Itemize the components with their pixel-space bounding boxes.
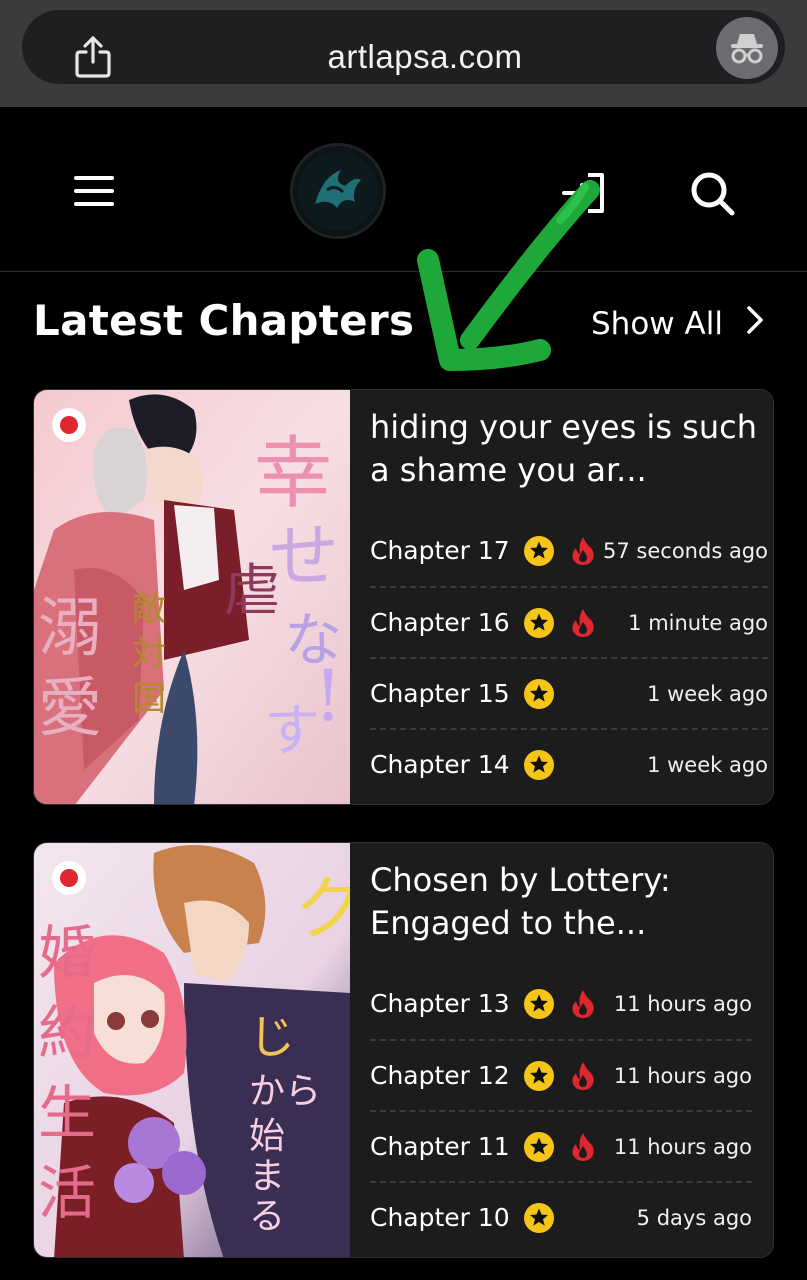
svg-text:!: ! [314, 655, 342, 737]
manga-cover-image[interactable]: 婚 約 生 活 ク じ から 始 ま る [34, 843, 350, 1257]
site-logo[interactable] [290, 143, 386, 239]
incognito-icon[interactable] [716, 17, 778, 79]
svg-text:虐: 虐 [224, 559, 280, 624]
star-icon [523, 678, 554, 709]
fire-icon [572, 608, 594, 637]
star-icon [523, 1060, 554, 1091]
star-icon [523, 1202, 554, 1233]
manga-title[interactable]: Chosen by Lottery: Engaged to the... [370, 859, 760, 945]
fire-icon [572, 1061, 594, 1090]
chapter-row[interactable]: Chapter 10 5 days ago [370, 1181, 752, 1252]
chapter-label[interactable]: Chapter 10 [370, 1203, 510, 1232]
svg-text:始: 始 [249, 1116, 285, 1157]
chapter-time: 57 seconds ago [603, 538, 768, 563]
chapter-label[interactable]: Chapter 15 [370, 679, 510, 708]
svg-text:敵: 敵 [132, 589, 166, 629]
browser-toolbar: artlapsa.com [0, 0, 807, 107]
share-icon[interactable] [68, 32, 118, 82]
chapter-time: 11 hours ago [613, 991, 752, 1016]
chapter-row[interactable]: Chapter 12 11 hours ago [370, 1039, 752, 1110]
language-flag-icon [52, 408, 86, 442]
chapter-time: 11 hours ago [613, 1063, 752, 1088]
address-bar[interactable]: artlapsa.com [22, 10, 785, 84]
svg-text:ま: ま [249, 1156, 285, 1197]
manga-info: Chosen by Lottery: Engaged to the... Cha… [370, 843, 773, 1257]
manga-card[interactable]: 幸 せ な 虐 敵 対 国 溺 愛 す ! hiding your eyes i… [33, 389, 774, 805]
language-flag-icon [52, 861, 86, 895]
chapter-row[interactable]: Chapter 16 1 minute ago [370, 586, 768, 657]
star-icon [523, 988, 554, 1019]
fire-icon [572, 536, 594, 565]
star-icon [523, 607, 554, 638]
star-icon [523, 1131, 554, 1162]
fire-icon [572, 1132, 594, 1161]
chapter-row[interactable]: Chapter 14 1 week ago [370, 728, 768, 799]
search-icon[interactable] [686, 167, 740, 221]
chapter-time: 1 minute ago [628, 610, 768, 635]
chapter-row[interactable]: Chapter 11 11 hours ago [370, 1110, 752, 1181]
chevron-right-icon[interactable] [745, 305, 765, 343]
chapter-time: 1 week ago [647, 752, 768, 777]
chapter-list: Chapter 13 11 hours ago Chapter 12 11 ho… [370, 968, 752, 1252]
chapter-row[interactable]: Chapter 17 57 seconds ago [370, 515, 768, 586]
manga-card[interactable]: 婚 約 生 活 ク じ から 始 ま る Chosen by Lottery: … [33, 842, 774, 1258]
chapter-time: 1 week ago [647, 681, 768, 706]
chapter-label[interactable]: Chapter 13 [370, 989, 510, 1018]
fire-icon [572, 989, 594, 1018]
svg-text:幸: 幸 [254, 429, 332, 519]
login-icon[interactable] [558, 167, 610, 219]
chapter-label[interactable]: Chapter 11 [370, 1132, 510, 1161]
chapter-list: Chapter 17 57 seconds ago Chapter 16 1 m… [370, 515, 768, 799]
star-icon [523, 535, 554, 566]
show-all-label[interactable]: Show All [591, 306, 723, 342]
section-title: Latest Chapters [33, 296, 415, 345]
svg-text:す: す [264, 699, 320, 764]
svg-text:る: る [249, 1196, 285, 1237]
svg-text:国: 国 [132, 679, 166, 719]
chapter-label[interactable]: Chapter 16 [370, 608, 510, 637]
svg-text:愛: 愛 [38, 672, 102, 746]
svg-text:対: 対 [132, 634, 166, 674]
chapter-time: 11 hours ago [613, 1134, 752, 1159]
url-text[interactable]: artlapsa.com [172, 32, 678, 82]
manga-cover-image[interactable]: 幸 せ な 虐 敵 対 国 溺 愛 す ! [34, 390, 350, 804]
chapter-label[interactable]: Chapter 12 [370, 1061, 510, 1090]
chapter-time: 5 days ago [636, 1205, 752, 1230]
svg-text:婚: 婚 [38, 919, 96, 987]
svg-text:約: 約 [38, 999, 96, 1067]
svg-text:活: 活 [38, 1159, 96, 1227]
hamburger-menu-icon[interactable] [70, 173, 118, 209]
chapter-row[interactable]: Chapter 15 1 week ago [370, 657, 768, 728]
svg-text:ク: ク [294, 868, 350, 950]
svg-text:溺: 溺 [38, 592, 102, 666]
chapter-label[interactable]: Chapter 17 [370, 536, 510, 565]
svg-text:生: 生 [38, 1079, 96, 1147]
star-icon [523, 749, 554, 780]
chapter-row[interactable]: Chapter 13 11 hours ago [370, 968, 752, 1039]
chapter-label[interactable]: Chapter 14 [370, 750, 510, 779]
svg-text:から: から [249, 1071, 321, 1112]
show-all-link[interactable]: Show All [591, 302, 765, 346]
manga-title[interactable]: hiding your eyes is such a shame you ar.… [370, 406, 760, 492]
site-header [0, 107, 807, 272]
manga-info: hiding your eyes is such a shame you ar.… [370, 390, 773, 804]
svg-text:じ: じ [249, 1010, 295, 1064]
